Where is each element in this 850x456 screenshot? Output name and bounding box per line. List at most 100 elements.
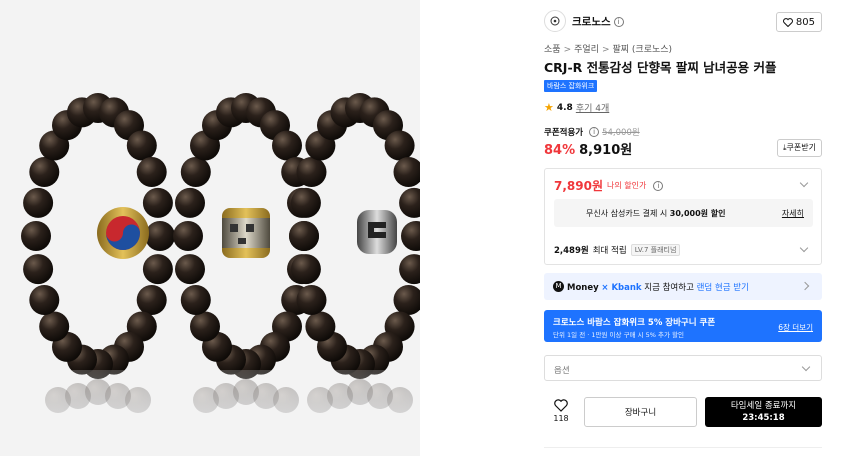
buy-button[interactable]: 타임세일 종료까지 23:45:18	[705, 397, 822, 427]
heart-icon	[554, 399, 568, 412]
card-discount-text: 무신사 삼성카드 결제 시 30,000원 할인	[586, 208, 726, 219]
coupon-button[interactable]: ⤓쿠폰받기	[777, 139, 822, 157]
option-select[interactable]: 옵션	[544, 355, 822, 381]
event-badge: 바람스 잡화위크	[544, 80, 598, 92]
discount-rate: 84%	[544, 143, 576, 158]
promo-title: 크로노스 바람스 잡화위크 5% 장바구니 쿠폰	[553, 318, 716, 328]
card-details-link[interactable]: 자세히	[782, 208, 804, 219]
breadcrumb-item[interactable]: 소품	[544, 45, 561, 55]
brand-name[interactable]: 크로노스 i	[572, 14, 624, 29]
bracelets-illustration	[0, 93, 420, 456]
bead	[29, 157, 60, 187]
chevron-right-icon: >	[601, 45, 610, 55]
card-discount-banner: 무신사 삼성카드 결제 시 30,000원 할인 자세히	[554, 199, 813, 227]
bead	[272, 130, 302, 161]
coupon-label-text: 쿠폰적용가	[544, 128, 584, 138]
brand-logo[interactable]	[544, 10, 566, 32]
chevron-down-icon	[801, 362, 811, 372]
bead	[393, 157, 420, 187]
money-partner: × Kbank	[601, 283, 642, 293]
final-price: 8,910원	[579, 143, 633, 158]
divider	[544, 447, 822, 448]
points-row[interactable]: 2,489원 최대 적립 LV.7 플래티넘	[554, 244, 681, 256]
bead	[290, 187, 321, 218]
heart-icon	[782, 17, 793, 27]
gold-charm	[222, 208, 270, 258]
silver-charm	[357, 210, 397, 254]
bead	[393, 285, 420, 315]
wishlist-count: 118	[553, 414, 569, 423]
chevron-right-icon	[800, 281, 810, 291]
my-price[interactable]: 7,890원 나의 할인가 i	[554, 177, 664, 194]
bead	[401, 221, 420, 251]
coupon-price-label: 쿠폰적용가 i 54,000원	[544, 126, 640, 138]
chevron-right-icon: >	[563, 45, 572, 55]
card-discount-amount: 30,000원 할인	[669, 209, 726, 218]
bead	[296, 157, 327, 187]
bead	[23, 254, 54, 285]
chevron-down-icon[interactable]	[799, 243, 809, 253]
coupon-button-label: 쿠폰받기	[786, 143, 816, 152]
bead	[29, 285, 60, 315]
money-logo-icon: M	[553, 281, 564, 292]
taegeuk-charm	[97, 207, 149, 259]
bead	[175, 254, 205, 285]
bead	[289, 221, 319, 251]
bead	[190, 311, 220, 342]
bead	[175, 187, 205, 218]
bead	[296, 285, 327, 315]
brand-like-button[interactable]: 805	[775, 12, 822, 32]
money-brand: Money	[567, 283, 599, 293]
product-info-panel: 크로노스 i 805 소품 > 주얼리 > 팔찌 (크로노스) CRJ-R 전통감성 단향…	[544, 0, 822, 456]
breadcrumb-item[interactable]: 팔찌 (크로노스)	[613, 45, 673, 55]
rating: ★ 4.8 후기 4개	[544, 101, 609, 114]
bead	[399, 187, 420, 218]
bead	[145, 221, 175, 251]
buy-button-label: 타임세일 종료까지	[730, 401, 797, 411]
info-icon[interactable]: i	[589, 127, 600, 137]
product-image[interactable]	[0, 0, 420, 456]
bead	[180, 285, 211, 315]
card-discount-prefix: 무신사 삼성카드 결제 시	[586, 209, 668, 218]
reviews-link[interactable]: 후기 4개	[576, 101, 609, 114]
money-banner[interactable]: M Money × Kbank 지금 참여하고 랜덤 현금 받기	[544, 273, 822, 300]
wishlist-button[interactable]: 118	[550, 399, 572, 423]
bead	[173, 221, 203, 251]
bead	[384, 130, 415, 161]
rating-score: 4.8	[556, 102, 573, 113]
money-highlight: 랜덤 현금 받기	[696, 283, 749, 293]
chevron-down-icon[interactable]	[799, 178, 809, 188]
bead	[142, 254, 173, 285]
option-placeholder: 옵션	[554, 366, 570, 376]
bead	[142, 187, 173, 218]
money-text: Money × Kbank 지금 참여하고 랜덤 현금 받기	[567, 281, 749, 293]
breadcrumb: 소품 > 주얼리 > 팔찌 (크로노스)	[544, 42, 672, 55]
like-count: 805	[795, 16, 815, 28]
brand-name-text: 크로노스	[572, 16, 611, 28]
bead	[136, 285, 167, 315]
info-icon[interactable]: i	[613, 17, 624, 27]
cart-coupon-banner[interactable]: 크로노스 바람스 잡화위크 5% 장바구니 쿠폰 단위 1일 전 · 1만원 이…	[544, 310, 822, 342]
bead	[126, 130, 157, 161]
bead	[23, 187, 54, 218]
bead	[399, 254, 420, 285]
breadcrumb-item[interactable]: 주얼리	[574, 45, 599, 55]
benefit-card: 7,890원 나의 할인가 i 무신사 삼성카드 결제 시 30,000원 할인…	[544, 168, 822, 265]
bead	[136, 157, 167, 187]
points-amount: 2,489원	[554, 246, 589, 256]
money-message: 지금 참여하고	[644, 283, 694, 293]
info-icon[interactable]: i	[653, 180, 664, 191]
product-title: CRJ-R 전통감성 단향목 팔찌 남녀공용 커플	[544, 60, 777, 75]
my-price-label: 나의 할인가	[607, 181, 647, 190]
promo-more-link[interactable]: 6장 더보기	[778, 322, 813, 333]
original-price: 54,000원	[602, 128, 640, 138]
purchase-actions: 118 장바구니 타임세일 종료까지 23:45:18	[544, 395, 822, 431]
countdown-timer: 23:45:18	[742, 413, 785, 423]
brand-row: 크로노스 i 805	[544, 10, 822, 34]
bead	[39, 311, 70, 342]
cart-button[interactable]: 장바구니	[584, 397, 697, 427]
bead	[290, 254, 321, 285]
my-price-amount: 7,890원	[554, 179, 603, 193]
star-icon: ★	[544, 101, 554, 114]
points-label: 최대 적립	[592, 246, 627, 256]
